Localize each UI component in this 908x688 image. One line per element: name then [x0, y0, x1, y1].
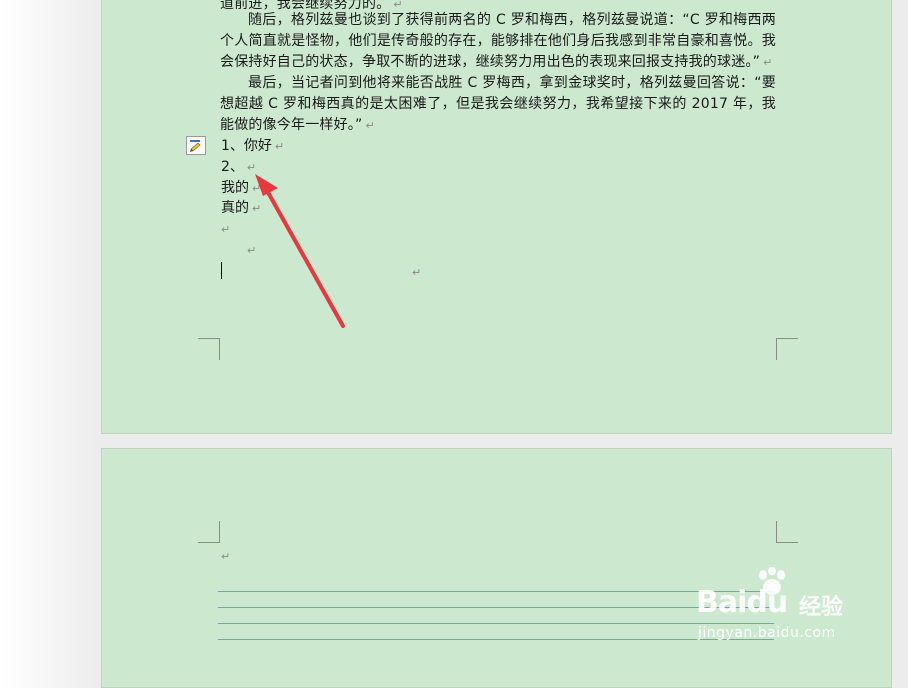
list-item-2[interactable]: 2、 ↵ [221, 157, 256, 178]
paragraph-mark: ↵ [221, 223, 231, 236]
paragraph-mark: ↵ [221, 550, 231, 563]
paragraph-3[interactable]: 最后，当记者问到他将来能否战胜 C 罗梅西，拿到金球奖时，格列兹曼回答说：“要想… [220, 73, 776, 136]
margin-corner-top-right [776, 521, 798, 543]
paragraph-mark: ↵ [252, 202, 262, 215]
paragraph-mark: ↵ [247, 244, 257, 257]
autocorrect-options-icon[interactable] [186, 136, 206, 155]
margin-corner-bottom-right [776, 338, 798, 360]
watermark-url: jingyan.baidu.com [698, 625, 836, 641]
empty-line[interactable]: ↵ [221, 219, 230, 240]
margin-corner-top-left [198, 521, 220, 543]
horizontal-line[interactable] [218, 639, 774, 640]
horizontal-line[interactable] [218, 607, 774, 608]
empty-line-indented[interactable]: ↵ [247, 240, 256, 261]
list-item-1[interactable]: 1、你好 ↵ [221, 136, 284, 157]
watermark-brand: Baidu [696, 585, 788, 620]
margin-corner-bottom-left [198, 338, 220, 360]
paragraph-2[interactable]: 随后，格列兹曼也谈到了获得前两名的 C 罗和梅西，格列兹曼说道：“C 罗和梅西两… [220, 10, 776, 73]
horizontal-line[interactable] [218, 591, 774, 592]
text-line-3[interactable]: 我的 ↵ [221, 178, 261, 199]
tab-paragraph-mark: ↵ [412, 262, 421, 283]
page2-empty-line[interactable]: ↵ [221, 546, 230, 567]
baidu-watermark: Baidu 经验 jingyan.baidu.com [696, 567, 876, 657]
paragraph-mark: ↵ [246, 161, 257, 174]
paragraph-mark: ↵ [274, 140, 285, 153]
watermark-brand-cn: 经验 [799, 595, 844, 620]
paragraph-mark: ↵ [365, 119, 375, 132]
text-cursor [221, 262, 222, 279]
paragraph-mark: ↵ [252, 182, 262, 195]
paragraph-mark: ↵ [763, 56, 773, 69]
paragraph-mark: ↵ [412, 266, 422, 279]
text-line-4[interactable]: 真的 ↵ [221, 198, 261, 219]
horizontal-line[interactable] [218, 623, 774, 624]
